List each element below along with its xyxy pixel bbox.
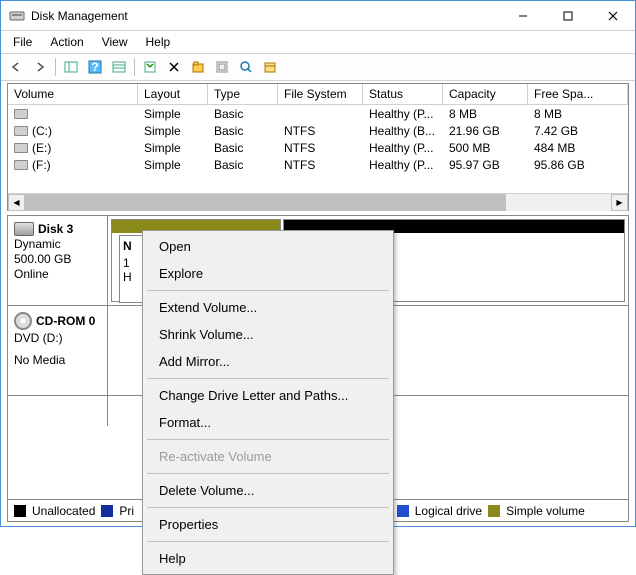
ctx-separator <box>147 541 389 542</box>
disk-label-disk3[interactable]: Disk 3 Dynamic 500.00 GB Online <box>8 216 108 305</box>
ctx-separator <box>147 378 389 379</box>
wizard-button[interactable] <box>259 56 281 78</box>
ctx-separator <box>147 439 389 440</box>
col-filesystem[interactable]: File System <box>278 84 363 104</box>
ctx-extend-volume[interactable]: Extend Volume... <box>145 294 391 321</box>
volume-list-body: Simple Basic Healthy (P... 8 MB 8 MB (C:… <box>8 105 628 193</box>
legend-swatch-unallocated <box>14 505 26 517</box>
ctx-delete-volume[interactable]: Delete Volume... <box>145 477 391 504</box>
scroll-thumb[interactable] <box>25 194 506 211</box>
refresh-button[interactable] <box>139 56 161 78</box>
legend-label: Pri <box>119 504 134 518</box>
ctx-explore[interactable]: Explore <box>145 260 391 287</box>
ctx-add-mirror[interactable]: Add Mirror... <box>145 348 391 375</box>
col-layout[interactable]: Layout <box>138 84 208 104</box>
legend-swatch-logical <box>397 505 409 517</box>
show-hide-console-tree-button[interactable] <box>60 56 82 78</box>
forward-button[interactable] <box>29 56 51 78</box>
menubar: File Action View Help <box>1 31 635 53</box>
table-row[interactable]: (F:) Simple Basic NTFS Healthy (P... 95.… <box>8 156 628 173</box>
volume-list-header: Volume Layout Type File System Status Ca… <box>8 84 628 105</box>
volume-list-panel: Volume Layout Type File System Status Ca… <box>7 83 629 211</box>
volume-icon <box>14 126 28 136</box>
legend-label: Unallocated <box>32 504 95 518</box>
cdrom-icon <box>14 312 32 330</box>
col-volume[interactable]: Volume <box>8 84 138 104</box>
app-icon <box>9 8 25 24</box>
disk-icon <box>14 222 34 236</box>
ctx-open[interactable]: Open <box>145 233 391 260</box>
toolbar-separator <box>55 58 56 76</box>
ctx-format[interactable]: Format... <box>145 409 391 436</box>
disk-label-cdrom[interactable]: CD-ROM 0 DVD (D:) No Media <box>8 306 108 395</box>
back-button[interactable] <box>5 56 27 78</box>
disk-label-partial <box>8 396 108 426</box>
legend-swatch-primary <box>101 505 113 517</box>
help-button[interactable]: ? <box>84 56 106 78</box>
ctx-properties[interactable]: Properties <box>145 511 391 538</box>
scroll-right-arrow[interactable]: ▶ <box>611 194 628 211</box>
toolbar-separator <box>134 58 135 76</box>
table-row[interactable]: (E:) Simple Basic NTFS Healthy (P... 500… <box>8 139 628 156</box>
menu-file[interactable]: File <box>5 33 40 51</box>
settings-button[interactable] <box>211 56 233 78</box>
ctx-help[interactable]: Help <box>145 545 391 572</box>
ctx-separator <box>147 507 389 508</box>
maximize-button[interactable] <box>545 1 590 30</box>
col-status[interactable]: Status <box>363 84 443 104</box>
ctx-change-drive-letter[interactable]: Change Drive Letter and Paths... <box>145 382 391 409</box>
properties-button[interactable] <box>187 56 209 78</box>
close-button[interactable] <box>590 1 635 30</box>
window-title: Disk Management <box>31 9 500 23</box>
menu-help[interactable]: Help <box>138 33 179 51</box>
menu-action[interactable]: Action <box>42 33 91 51</box>
rescan-button[interactable] <box>235 56 257 78</box>
scroll-left-arrow[interactable]: ◀ <box>8 194 25 211</box>
delete-button[interactable] <box>163 56 185 78</box>
ctx-separator <box>147 473 389 474</box>
disk-management-window: Disk Management File Action View Help ? … <box>0 0 636 527</box>
ctx-reactivate-volume: Re-activate Volume <box>145 443 391 470</box>
minimize-button[interactable] <box>500 1 545 30</box>
volume-icon <box>14 143 28 153</box>
view-list-button[interactable] <box>108 56 130 78</box>
volume-icon <box>14 109 28 119</box>
ctx-separator <box>147 290 389 291</box>
table-row[interactable]: (C:) Simple Basic NTFS Healthy (B... 21.… <box>8 122 628 139</box>
legend-label: Simple volume <box>506 504 585 518</box>
toolbar: ? <box>1 53 635 81</box>
ctx-shrink-volume[interactable]: Shrink Volume... <box>145 321 391 348</box>
volume-icon <box>14 160 28 170</box>
titlebar: Disk Management <box>1 1 635 31</box>
legend-label: Logical drive <box>415 504 482 518</box>
col-free[interactable]: Free Spa... <box>528 84 628 104</box>
svg-text:?: ? <box>91 60 98 74</box>
scroll-track[interactable] <box>25 194 611 211</box>
col-capacity[interactable]: Capacity <box>443 84 528 104</box>
context-menu: Open Explore Extend Volume... Shrink Vol… <box>142 230 394 575</box>
legend-swatch-simple <box>488 505 500 517</box>
col-type[interactable]: Type <box>208 84 278 104</box>
menu-view[interactable]: View <box>94 33 136 51</box>
table-row[interactable]: Simple Basic Healthy (P... 8 MB 8 MB <box>8 105 628 122</box>
horizontal-scrollbar[interactable]: ◀ ▶ <box>8 193 628 210</box>
